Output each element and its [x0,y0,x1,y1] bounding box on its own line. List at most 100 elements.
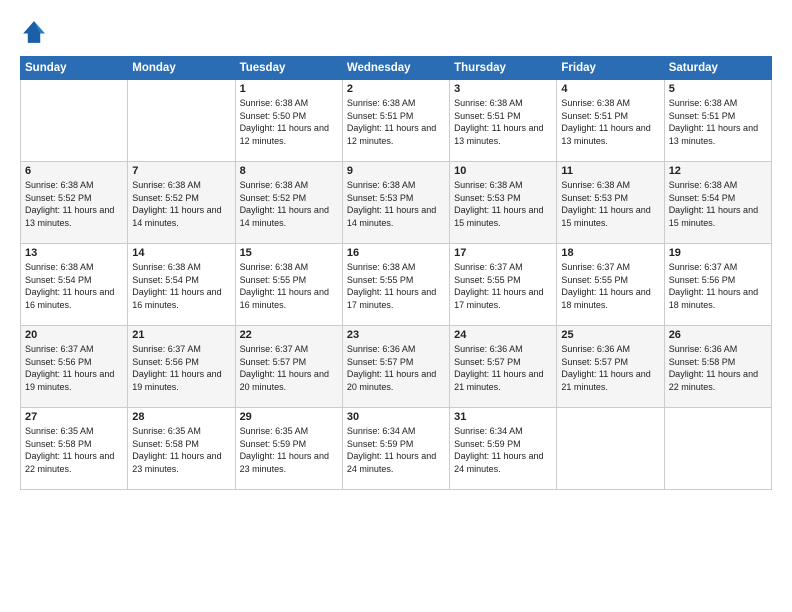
cell-content: Sunrise: 6:35 AM Sunset: 5:58 PM Dayligh… [25,425,123,475]
day-number: 2 [347,83,445,95]
calendar-cell: 4 Sunrise: 6:38 AM Sunset: 5:51 PM Daylig… [557,80,664,162]
cell-content: Sunrise: 6:37 AM Sunset: 5:57 PM Dayligh… [240,343,338,393]
day-number: 1 [240,83,338,95]
day-number: 15 [240,247,338,259]
day-number: 19 [669,247,767,259]
calendar-cell: 31 Sunrise: 6:34 AM Sunset: 5:59 PM Dayli… [450,408,557,490]
weekday-header-saturday: Saturday [664,57,771,80]
calendar-cell [21,80,128,162]
cell-content: Sunrise: 6:38 AM Sunset: 5:51 PM Dayligh… [669,97,767,147]
calendar-cell: 13Sunrise: 6:38 AM Sunset: 5:54 PM Dayli… [21,244,128,326]
cell-content: Sunrise: 6:37 AM Sunset: 5:55 PM Dayligh… [454,261,552,311]
cell-content: Sunrise: 6:38 AM Sunset: 5:52 PM Dayligh… [25,179,123,229]
weekday-header-row: SundayMondayTuesdayWednesdayThursdayFrid… [21,57,772,80]
calendar-cell: 26 Sunrise: 6:36 AM Sunset: 5:58 PM Dayli… [664,326,771,408]
day-number: 28 [132,411,230,423]
day-number: 13 [25,247,123,259]
cell-content: Sunrise: 6:37 AM Sunset: 5:56 PM Dayligh… [132,343,230,393]
week-row-1: 1Sunrise: 6:38 AM Sunset: 5:50 PM Daylig… [21,80,772,162]
calendar-cell: 9 Sunrise: 6:38 AM Sunset: 5:53 PM Daylig… [342,162,449,244]
cell-content: Sunrise: 6:38 AM Sunset: 5:53 PM Dayligh… [347,179,445,229]
weekday-header-wednesday: Wednesday [342,57,449,80]
day-number: 10 [454,165,552,177]
day-number: 5 [669,83,767,95]
calendar-cell [128,80,235,162]
cell-content: Sunrise: 6:36 AM Sunset: 5:57 PM Dayligh… [347,343,445,393]
calendar-cell [557,408,664,490]
calendar-cell [664,408,771,490]
calendar-cell: 28 Sunrise: 6:35 AM Sunset: 5:58 PM Dayli… [128,408,235,490]
day-number: 29 [240,411,338,423]
calendar-cell: 27Sunrise: 6:35 AM Sunset: 5:58 PM Dayli… [21,408,128,490]
logo [20,18,52,46]
cell-content: Sunrise: 6:37 AM Sunset: 5:56 PM Dayligh… [669,261,767,311]
day-number: 17 [454,247,552,259]
cell-content: Sunrise: 6:34 AM Sunset: 5:59 PM Dayligh… [347,425,445,475]
day-number: 25 [561,329,659,341]
calendar-cell: 10Sunrise: 6:38 AM Sunset: 5:53 PM Dayli… [450,162,557,244]
day-number: 22 [240,329,338,341]
calendar-cell: 29Sunrise: 6:35 AM Sunset: 5:59 PM Dayli… [235,408,342,490]
cell-content: Sunrise: 6:38 AM Sunset: 5:55 PM Dayligh… [347,261,445,311]
day-number: 24 [454,329,552,341]
calendar-cell: 5 Sunrise: 6:38 AM Sunset: 5:51 PM Daylig… [664,80,771,162]
cell-content: Sunrise: 6:35 AM Sunset: 5:58 PM Dayligh… [132,425,230,475]
cell-content: Sunrise: 6:38 AM Sunset: 5:52 PM Dayligh… [240,179,338,229]
day-number: 31 [454,411,552,423]
week-row-5: 27Sunrise: 6:35 AM Sunset: 5:58 PM Dayli… [21,408,772,490]
day-number: 12 [669,165,767,177]
cell-content: Sunrise: 6:36 AM Sunset: 5:57 PM Dayligh… [454,343,552,393]
cell-content: Sunrise: 6:36 AM Sunset: 5:57 PM Dayligh… [561,343,659,393]
logo-icon [20,18,48,46]
calendar-cell: 20 Sunrise: 6:37 AM Sunset: 5:56 PM Dayli… [21,326,128,408]
weekday-header-friday: Friday [557,57,664,80]
weekday-header-thursday: Thursday [450,57,557,80]
calendar-cell: 21Sunrise: 6:37 AM Sunset: 5:56 PM Dayli… [128,326,235,408]
calendar-cell: 2 Sunrise: 6:38 AM Sunset: 5:51 PM Daylig… [342,80,449,162]
calendar-cell: 17 Sunrise: 6:37 AM Sunset: 5:55 PM Dayli… [450,244,557,326]
header [20,18,772,46]
week-row-4: 20 Sunrise: 6:37 AM Sunset: 5:56 PM Dayli… [21,326,772,408]
cell-content: Sunrise: 6:38 AM Sunset: 5:54 PM Dayligh… [132,261,230,311]
week-row-2: 6Sunrise: 6:38 AM Sunset: 5:52 PM Daylig… [21,162,772,244]
calendar-cell: 22 Sunrise: 6:37 AM Sunset: 5:57 PM Dayli… [235,326,342,408]
day-number: 4 [561,83,659,95]
calendar-cell: 24 Sunrise: 6:36 AM Sunset: 5:57 PM Dayli… [450,326,557,408]
cell-content: Sunrise: 6:38 AM Sunset: 5:55 PM Dayligh… [240,261,338,311]
calendar-cell: 3Sunrise: 6:38 AM Sunset: 5:51 PM Daylig… [450,80,557,162]
calendar-cell: 19 Sunrise: 6:37 AM Sunset: 5:56 PM Dayli… [664,244,771,326]
page: SundayMondayTuesdayWednesdayThursdayFrid… [0,0,792,612]
calendar-cell: 15 Sunrise: 6:38 AM Sunset: 5:55 PM Dayli… [235,244,342,326]
calendar: SundayMondayTuesdayWednesdayThursdayFrid… [20,56,772,490]
day-number: 23 [347,329,445,341]
day-number: 18 [561,247,659,259]
cell-content: Sunrise: 6:38 AM Sunset: 5:54 PM Dayligh… [669,179,767,229]
cell-content: Sunrise: 6:34 AM Sunset: 5:59 PM Dayligh… [454,425,552,475]
day-number: 26 [669,329,767,341]
week-row-3: 13 Sunrise: 6:38 AM Sunset: 5:54 PM Dayli… [21,244,772,326]
cell-content: Sunrise: 6:37 AM Sunset: 5:56 PM Dayligh… [25,343,123,393]
calendar-cell: 6Sunrise: 6:38 AM Sunset: 5:52 PM Daylig… [21,162,128,244]
calendar-cell: 12 Sunrise: 6:38 AM Sunset: 5:54 PM Dayli… [664,162,771,244]
weekday-header-sunday: Sunday [21,57,128,80]
cell-content: Sunrise: 6:38 AM Sunset: 5:53 PM Dayligh… [561,179,659,229]
calendar-cell: 18Sunrise: 6:37 AM Sunset: 5:55 PM Dayli… [557,244,664,326]
calendar-cell: 8 Sunrise: 6:38 AM Sunset: 5:52 PM Daylig… [235,162,342,244]
calendar-cell: 14 Sunrise: 6:38 AM Sunset: 5:54 PM Dayli… [128,244,235,326]
weekday-header-monday: Monday [128,57,235,80]
day-number: 9 [347,165,445,177]
cell-content: Sunrise: 6:38 AM Sunset: 5:51 PM Dayligh… [454,97,552,147]
weekday-header-tuesday: Tuesday [235,57,342,80]
day-number: 30 [347,411,445,423]
calendar-cell: 23 Sunrise: 6:36 AM Sunset: 5:57 PM Dayli… [342,326,449,408]
cell-content: Sunrise: 6:36 AM Sunset: 5:58 PM Dayligh… [669,343,767,393]
cell-content: Sunrise: 6:38 AM Sunset: 5:51 PM Dayligh… [561,97,659,147]
cell-content: Sunrise: 6:38 AM Sunset: 5:51 PM Dayligh… [347,97,445,147]
day-number: 20 [25,329,123,341]
day-number: 8 [240,165,338,177]
calendar-cell: 11Sunrise: 6:38 AM Sunset: 5:53 PM Dayli… [557,162,664,244]
day-number: 14 [132,247,230,259]
cell-content: Sunrise: 6:38 AM Sunset: 5:52 PM Dayligh… [132,179,230,229]
calendar-cell: 30 Sunrise: 6:34 AM Sunset: 5:59 PM Dayli… [342,408,449,490]
day-number: 7 [132,165,230,177]
